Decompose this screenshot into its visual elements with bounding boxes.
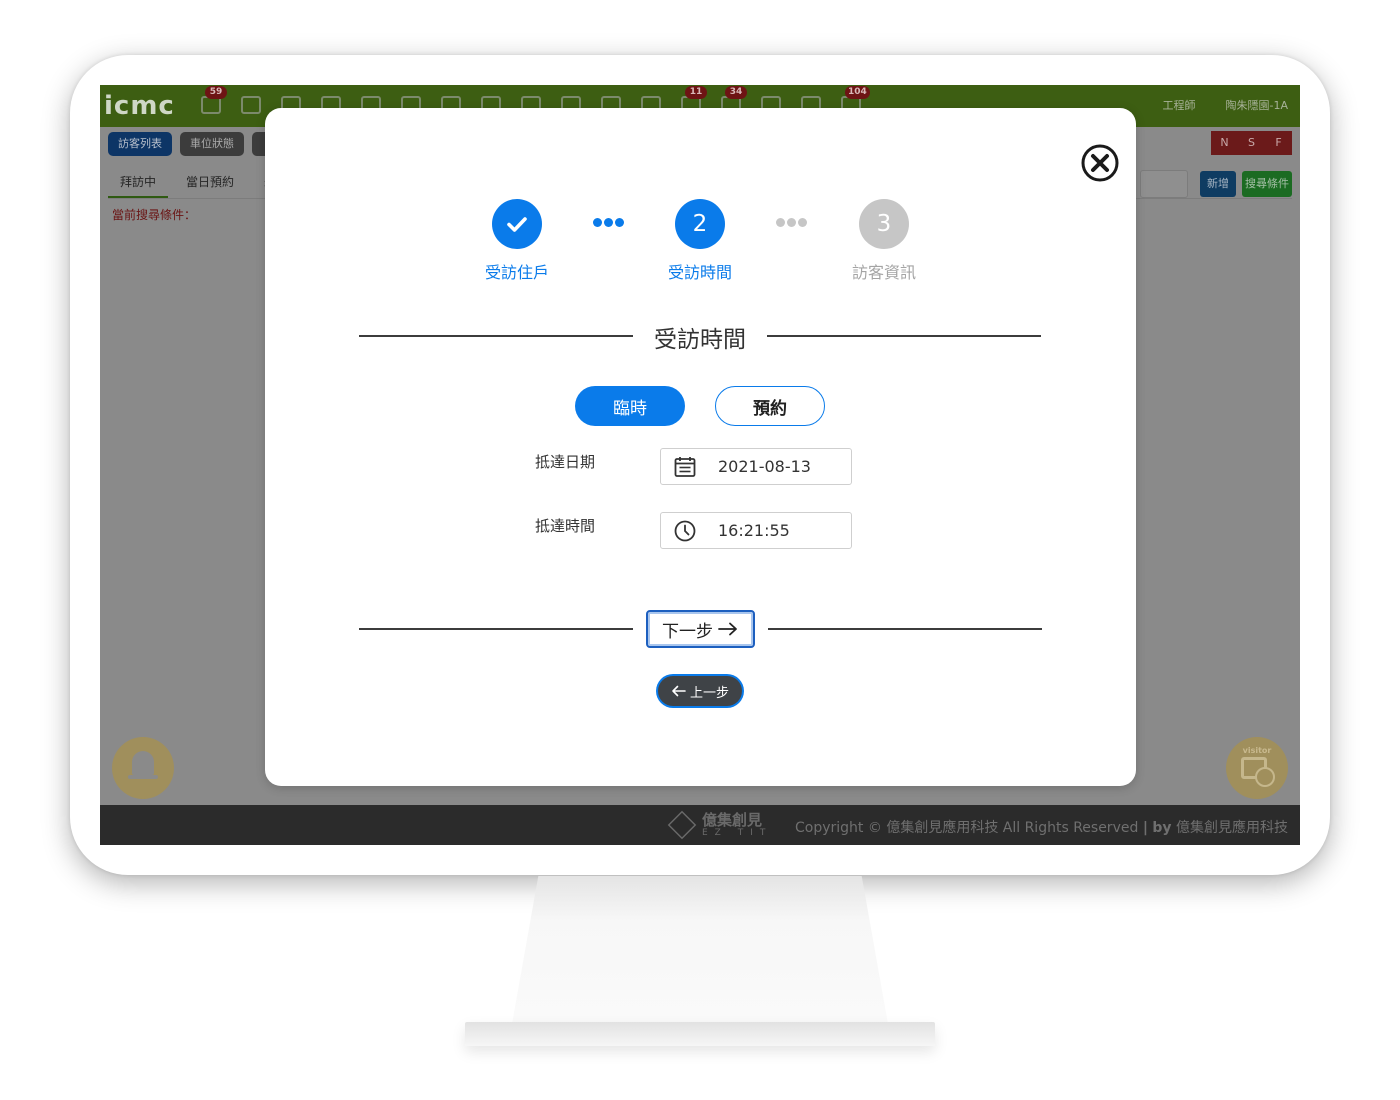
step-2-circle: 2 [675, 199, 725, 249]
check-ring-icon [1255, 767, 1275, 787]
monitor-stand [512, 876, 888, 1024]
brand-name-en: EZ TIT [702, 828, 773, 838]
copyright-separator: | [1142, 820, 1148, 836]
stats-badge: 104 [845, 86, 870, 99]
calendar-fab-label: visitor [1242, 746, 1272, 755]
arrival-time-label: 抵達時間 [535, 517, 596, 535]
arrival-date-label: 抵達日期 [535, 453, 596, 471]
tab-visiting[interactable]: 拜訪中 [108, 165, 169, 199]
visitors-badge: 59 [205, 86, 227, 99]
bell-icon [132, 751, 154, 775]
clock-icon [661, 513, 709, 548]
by-label: by [1152, 820, 1172, 836]
f-button[interactable]: F [1265, 131, 1292, 155]
nav-rule-right [768, 628, 1042, 630]
close-circle-icon[interactable] [1080, 143, 1120, 183]
footer-brand: 億集創見 EZ TIT [667, 810, 773, 840]
arrival-date-field[interactable]: 2021-08-13 [660, 448, 852, 485]
visitor-list-button[interactable]: 訪客列表 [108, 132, 172, 156]
new-button[interactable]: 新增 [1200, 171, 1236, 197]
tab-bar: 拜訪中 當日預約 未 [108, 165, 288, 199]
title-rule-left [359, 335, 633, 337]
previous-step-button[interactable]: 上一步 [658, 676, 742, 706]
brand-logo-icon [667, 810, 697, 840]
calendar-icon [661, 449, 709, 484]
checklist-nav-icon[interactable] [236, 92, 267, 120]
step-1: 受訪住戶 [467, 199, 567, 283]
next-step-button[interactable]: 下一步 [646, 610, 755, 648]
step-3-label: 訪客資訊 [851, 263, 916, 282]
visitors-nav-icon[interactable]: 59 [196, 86, 227, 120]
arrow-right-icon [718, 622, 737, 636]
n-button[interactable]: N [1211, 131, 1238, 155]
search-conditions-button[interactable]: 搜尋條件 [1242, 171, 1292, 197]
user-unit[interactable]: 陶朱隱園-1A [1226, 97, 1289, 113]
visitor-calendar-fab[interactable]: visitor [1226, 737, 1288, 799]
search-condition-text: 當前搜尋條件： [112, 208, 197, 222]
step-3: 3 訪客資訊 [834, 199, 934, 283]
section-title: 受訪時間 [654, 327, 746, 353]
footer: 億集創見 EZ TIT Copyright © 億集創見應用科技 All Rig… [100, 805, 1300, 845]
next-step-label: 下一步 [662, 621, 713, 642]
nav-rule-left [359, 628, 633, 630]
user-area: 工程師 陶朱隱園-1A [1163, 97, 1289, 113]
footer-copyright: Copyright © 億集創見應用科技 All Rights Reserved… [795, 817, 1288, 837]
title-rule-right [767, 335, 1041, 337]
copyright-text: Copyright © 億集創見應用科技 All Rights Reserved [795, 820, 1139, 836]
by-company: 億集創見應用科技 [1176, 820, 1288, 836]
arrival-time-value[interactable]: 16:21:55 [709, 521, 790, 540]
step-2-label: 受訪時間 [667, 263, 732, 282]
step-connector-1 [593, 218, 624, 227]
search-input[interactable] [1140, 170, 1188, 198]
notification-fab[interactable] [112, 737, 174, 799]
reservation-mode-button[interactable]: 預約 [715, 386, 825, 426]
step-1-circle [492, 199, 542, 249]
bell-icon-base [128, 775, 158, 779]
step-connector-2 [776, 218, 807, 227]
app-logo[interactable]: icmc [104, 91, 175, 121]
check-icon [507, 217, 527, 232]
arrival-time-field[interactable]: 16:21:55 [660, 512, 852, 549]
step-1-label: 受訪住戶 [484, 263, 549, 282]
parking-status-button[interactable]: 車位狀態 [180, 132, 244, 156]
brand-name-cn: 億集創見 [702, 811, 763, 829]
step-3-circle: 3 [859, 199, 909, 249]
temporary-mode-button[interactable]: 臨時 [575, 386, 685, 426]
step-2: 2 受訪時間 [650, 199, 750, 283]
arrow-left-icon [672, 685, 686, 697]
previous-step-label: 上一步 [689, 685, 729, 701]
visitor-wizard-modal: 受訪住戶 2 受訪時間 3 訪客資訊 受訪時間 臨時 預約 抵達日期 2021-… [265, 108, 1136, 786]
monitor-base [465, 1022, 935, 1046]
s-button[interactable]: S [1238, 131, 1265, 155]
arrival-date-value[interactable]: 2021-08-13 [709, 457, 811, 476]
nsf-group: N S F [1211, 131, 1292, 155]
user-role[interactable]: 工程師 [1163, 97, 1196, 113]
package-badge: 11 [685, 86, 707, 99]
alerts-badge: 34 [725, 86, 747, 99]
tab-today-reservations[interactable]: 當日預約 [174, 165, 246, 199]
